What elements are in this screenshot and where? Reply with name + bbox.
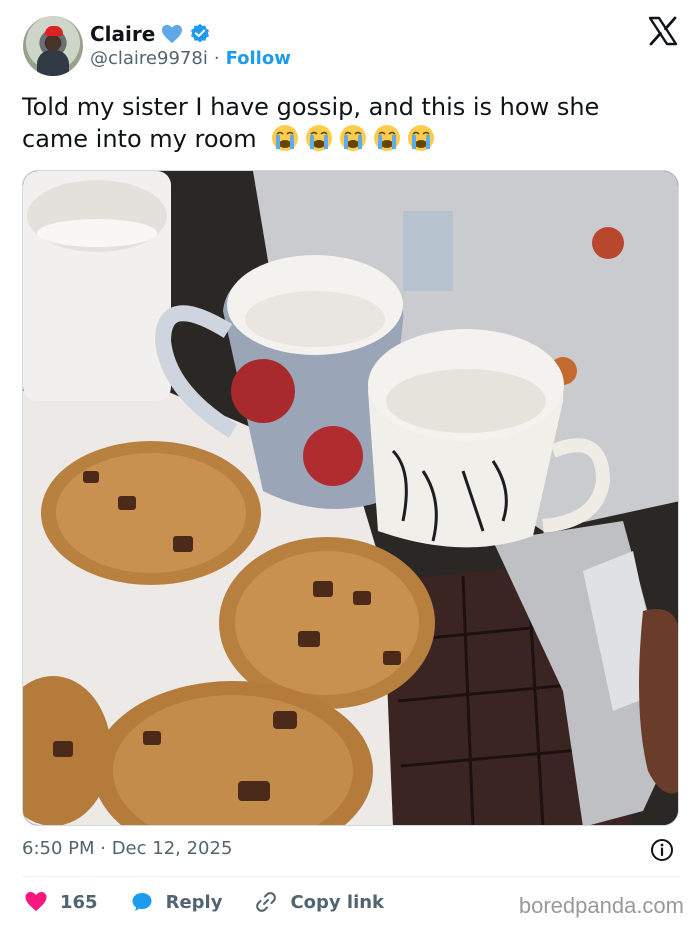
divider	[22, 876, 678, 877]
reply-button[interactable]: Reply	[130, 890, 223, 914]
loudly-crying-face-icon	[340, 125, 367, 151]
x-logo-icon[interactable]	[648, 16, 678, 46]
emoji-group	[270, 123, 436, 153]
tweet-text: Told my sister I have gossip, and this i…	[22, 92, 662, 155]
verified-badge-icon	[191, 23, 210, 43]
tweet-timestamp[interactable]: 6:50 PM · Dec 12, 2025	[22, 838, 232, 859]
link-icon	[256, 892, 277, 912]
blue-heart-icon	[162, 24, 183, 44]
follow-button[interactable]: Follow	[226, 48, 291, 69]
author-display-name[interactable]: Claire	[90, 22, 155, 46]
author-name-row: Claire	[90, 20, 211, 48]
heart-icon	[25, 892, 47, 911]
loudly-crying-face-icon	[306, 125, 333, 151]
author-handle[interactable]: @claire9978i	[90, 48, 208, 69]
author-handle-row: @claire9978i · Follow	[90, 48, 291, 69]
watermark: boredpanda.com	[518, 893, 684, 918]
loudly-crying-face-icon	[374, 125, 401, 151]
tweet-photo[interactable]	[22, 170, 679, 826]
copy-link-button[interactable]: Copy link	[254, 890, 384, 914]
reply-label: Reply	[165, 891, 223, 913]
copy-link-label: Copy link	[290, 891, 385, 913]
loudly-crying-face-icon	[408, 125, 435, 151]
avatar[interactable]	[23, 16, 83, 76]
cookie-1	[41, 441, 261, 585]
like-button[interactable]: 165	[24, 890, 98, 914]
speech-bubble-icon	[132, 893, 152, 911]
like-count: 165	[60, 891, 98, 913]
tweet-card: Claire @claire9978i · Follow Told my sis…	[0, 0, 700, 929]
separator-dot: ·	[213, 48, 220, 69]
photo-cookies-and-mugs	[23, 171, 678, 825]
action-bar: 165 Reply Copy link	[24, 889, 416, 915]
info-icon[interactable]	[650, 838, 674, 862]
loudly-crying-face-icon	[272, 125, 299, 151]
